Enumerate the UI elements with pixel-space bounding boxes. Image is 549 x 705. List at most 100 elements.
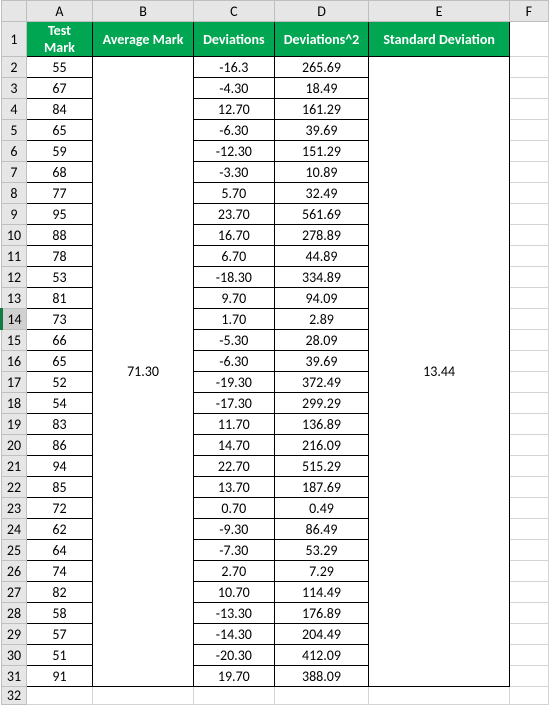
cell-deviation-sq[interactable]: 32.49 — [274, 183, 369, 204]
row-header[interactable]: 31 — [2, 666, 27, 687]
cell[interactable] — [509, 666, 548, 687]
cell[interactable] — [509, 540, 548, 561]
cell-deviation[interactable]: -18.30 — [194, 267, 274, 288]
cell-deviation-sq[interactable]: 151.29 — [274, 141, 369, 162]
cell[interactable] — [509, 204, 548, 225]
cell-deviation[interactable]: 12.70 — [194, 99, 274, 120]
cell-test-mark[interactable]: 91 — [26, 666, 92, 687]
cell-deviation-sq[interactable]: 334.89 — [274, 267, 369, 288]
cell[interactable] — [509, 267, 548, 288]
row-header[interactable]: 30 — [2, 645, 27, 666]
cell[interactable] — [509, 78, 548, 99]
col-header-a[interactable]: A — [26, 1, 92, 22]
cell-test-mark[interactable]: 73 — [26, 309, 92, 330]
cell[interactable] — [509, 120, 548, 141]
row-header[interactable]: 4 — [2, 99, 27, 120]
row-header[interactable]: 26 — [2, 561, 27, 582]
row-header[interactable]: 22 — [2, 477, 27, 498]
cell-deviation[interactable]: -5.30 — [194, 330, 274, 351]
row-header[interactable]: 23 — [2, 498, 27, 519]
cell-test-mark[interactable]: 78 — [26, 246, 92, 267]
cell-deviation[interactable]: -6.30 — [194, 120, 274, 141]
cell-deviation-sq[interactable]: 561.69 — [274, 204, 369, 225]
col-header-c[interactable]: C — [194, 1, 274, 22]
cell-test-mark[interactable]: 86 — [26, 435, 92, 456]
row-header[interactable]: 27 — [2, 582, 27, 603]
cell-deviation[interactable]: 11.70 — [194, 414, 274, 435]
cell[interactable] — [509, 288, 548, 309]
spreadsheet-grid[interactable]: A B C D E F 1Test MarkAverage MarkDeviat… — [0, 0, 549, 705]
cell-deviation[interactable]: -14.30 — [194, 624, 274, 645]
cell-test-mark[interactable]: 83 — [26, 414, 92, 435]
cell-deviation[interactable]: 10.70 — [194, 582, 274, 603]
cell-deviation-sq[interactable]: 265.69 — [274, 57, 369, 78]
row-header[interactable]: 12 — [2, 267, 27, 288]
cell-deviation-sq[interactable]: 94.09 — [274, 288, 369, 309]
cell[interactable] — [509, 246, 548, 267]
cell[interactable] — [509, 561, 548, 582]
cell[interactable] — [509, 141, 548, 162]
cell-test-mark[interactable]: 68 — [26, 162, 92, 183]
cell[interactable] — [194, 687, 274, 705]
cell[interactable] — [92, 687, 193, 705]
row-header[interactable]: 29 — [2, 624, 27, 645]
cell[interactable] — [509, 477, 548, 498]
cell[interactable] — [509, 414, 548, 435]
cell-test-mark[interactable]: 64 — [26, 540, 92, 561]
cell-test-mark[interactable]: 58 — [26, 603, 92, 624]
cell-test-mark[interactable]: 54 — [26, 393, 92, 414]
cell-test-mark[interactable]: 77 — [26, 183, 92, 204]
cell-deviation-sq[interactable]: 86.49 — [274, 519, 369, 540]
cell-test-mark[interactable]: 52 — [26, 372, 92, 393]
cell-deviation-sq[interactable]: 278.89 — [274, 225, 369, 246]
row-header[interactable]: 15 — [2, 330, 27, 351]
cell-deviation[interactable]: 2.70 — [194, 561, 274, 582]
cell[interactable] — [509, 99, 548, 120]
row-header[interactable]: 17 — [2, 372, 27, 393]
cell-deviation[interactable]: -6.30 — [194, 351, 274, 372]
cell[interactable] — [509, 225, 548, 246]
cell-test-mark[interactable]: 53 — [26, 267, 92, 288]
cell[interactable] — [509, 393, 548, 414]
cell-test-mark[interactable]: 65 — [26, 120, 92, 141]
row-header[interactable]: 24 — [2, 519, 27, 540]
cell-std-dev[interactable]: 13.44 — [369, 57, 509, 687]
cell[interactable] — [509, 57, 548, 78]
cell-deviation[interactable]: -13.30 — [194, 603, 274, 624]
cell-deviation-sq[interactable]: 7.29 — [274, 561, 369, 582]
cell-deviation-sq[interactable]: 114.49 — [274, 582, 369, 603]
cell-test-mark[interactable]: 72 — [26, 498, 92, 519]
row-header[interactable]: 8 — [2, 183, 27, 204]
cell-deviation[interactable]: 16.70 — [194, 225, 274, 246]
cell-test-mark[interactable]: 55 — [26, 57, 92, 78]
row-header[interactable]: 19 — [2, 414, 27, 435]
cell-deviation[interactable]: -16.3 — [194, 57, 274, 78]
cell-test-mark[interactable]: 81 — [26, 288, 92, 309]
row-header[interactable]: 28 — [2, 603, 27, 624]
row-header[interactable]: 18 — [2, 393, 27, 414]
cell-deviation[interactable]: -9.30 — [194, 519, 274, 540]
col-header-d[interactable]: D — [274, 1, 369, 22]
cell-deviation[interactable]: 1.70 — [194, 309, 274, 330]
cell-deviation-sq[interactable]: 18.49 — [274, 78, 369, 99]
cell-deviation[interactable]: 23.70 — [194, 204, 274, 225]
row-header[interactable]: 2 — [2, 57, 27, 78]
row-header[interactable]: 25 — [2, 540, 27, 561]
cell[interactable] — [509, 330, 548, 351]
cell-test-mark[interactable]: 59 — [26, 141, 92, 162]
cell-deviation-sq[interactable]: 44.89 — [274, 246, 369, 267]
row-header[interactable]: 11 — [2, 246, 27, 267]
row-header[interactable]: 16 — [2, 351, 27, 372]
row-header[interactable]: 3 — [2, 78, 27, 99]
row-header[interactable]: 9 — [2, 204, 27, 225]
cell-deviation[interactable]: 6.70 — [194, 246, 274, 267]
cell-deviation[interactable]: 14.70 — [194, 435, 274, 456]
cell[interactable] — [509, 603, 548, 624]
cell-test-mark[interactable]: 65 — [26, 351, 92, 372]
cell-test-mark[interactable]: 66 — [26, 330, 92, 351]
cell-deviation-sq[interactable]: 388.09 — [274, 666, 369, 687]
row-header[interactable]: 21 — [2, 456, 27, 477]
header-cell-e[interactable]: Standard Deviation — [369, 22, 509, 57]
row-header[interactable]: 10 — [2, 225, 27, 246]
cell-deviation-sq[interactable]: 10.89 — [274, 162, 369, 183]
